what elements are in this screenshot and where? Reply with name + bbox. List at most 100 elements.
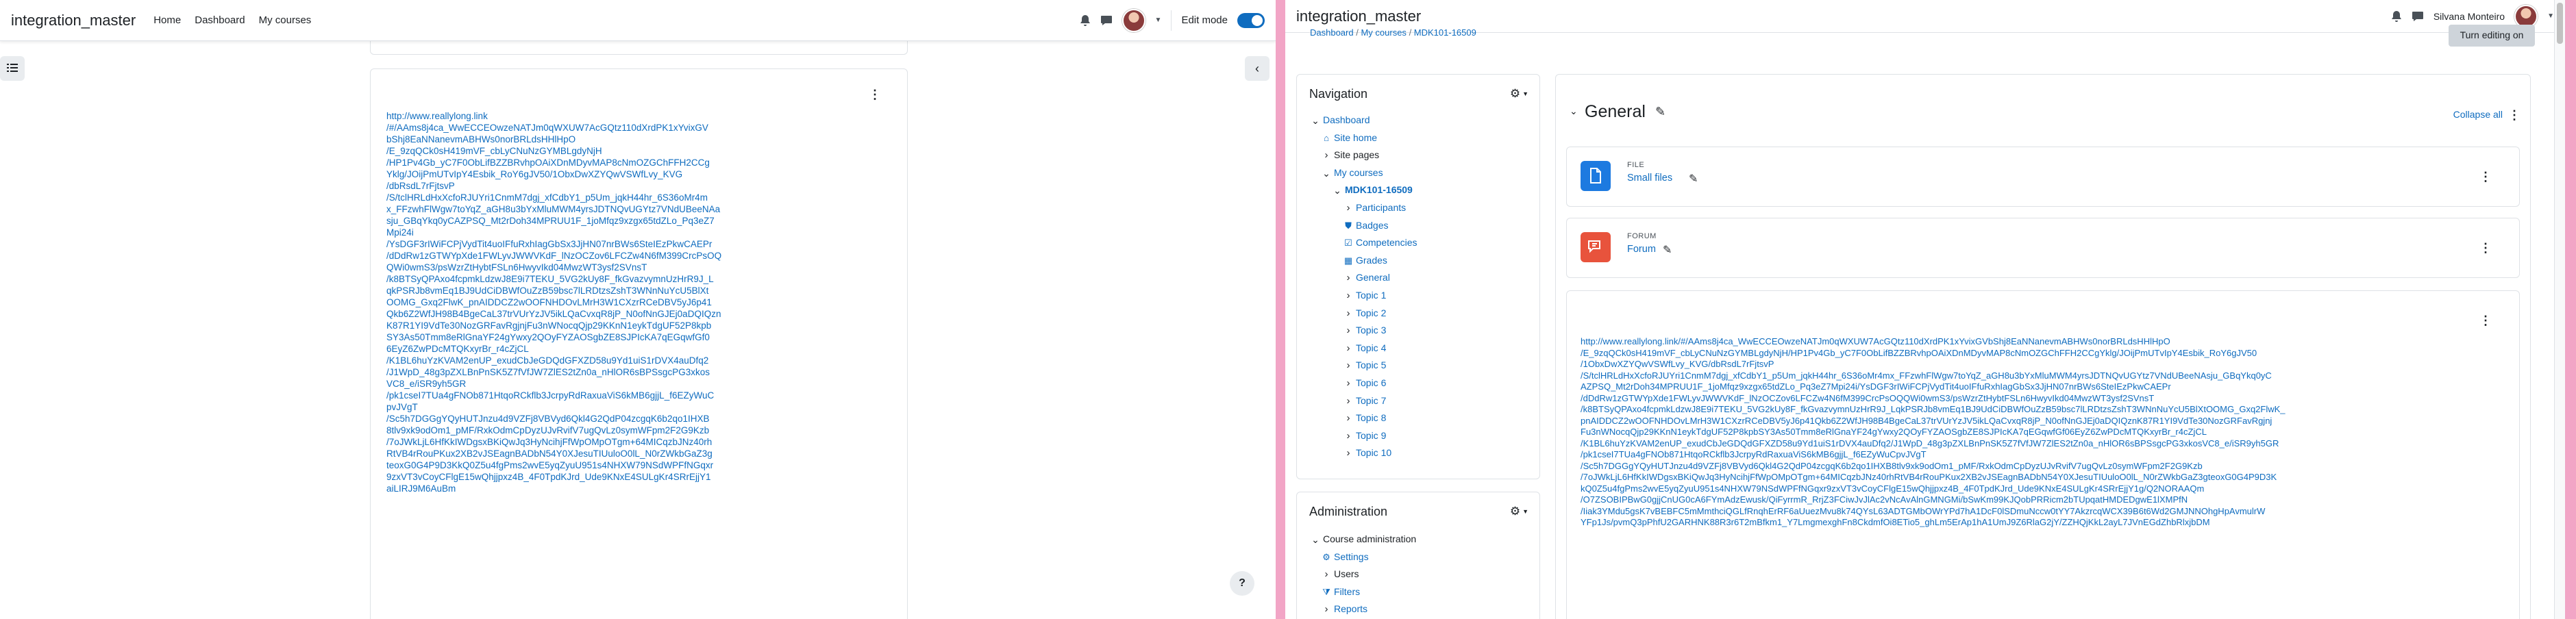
url-line[interactable]: sju_GBqYkq0yCAZPSQ_Mt2rDoh34MPRUU1F_1joM…	[386, 215, 756, 227]
url-line[interactable]: /S/tclHRLdHxXcfoRJUYri1CnmM7dgj_xfCdbY1_…	[386, 192, 756, 203]
url-line[interactable]: /pk1cseI7TUa4gFNOb871HtqoRCkflb3JcrpyRdR…	[1581, 449, 2512, 461]
url-line[interactable]: YFp1Js/pvmQ3pPhfU2GARHNK88R3r6T2mBfkm1_Y…	[1581, 517, 2512, 529]
tree-item-topic-7[interactable]: › Topic 7	[1311, 392, 1417, 410]
help-button[interactable]: ?	[1230, 571, 1254, 596]
url-line[interactable]: /J1WpD_48g3pZXLBnPnSK5Z7fVfJW7ZlES2tZn0a…	[386, 366, 756, 378]
url-line[interactable]: OOMG_Gxq2FlwK_pnAIDDCZ2wOOFNHDOvLMrH3W1C…	[386, 296, 756, 308]
site-brand[interactable]: integration_master	[1296, 8, 1421, 25]
url-line[interactable]: /K1BL6huYzKVAM2enUP_exudCbJeGDQdGFXZD58u…	[386, 355, 756, 366]
tree-item-topic-8[interactable]: › Topic 8	[1311, 409, 1417, 427]
open-course-index-button[interactable]	[0, 56, 25, 81]
scrollbar-thumb[interactable]	[2557, 3, 2563, 44]
url-line[interactable]: 9zxVT3vCoyCFlgE15wQhjjpxz4B_4F0TpdKJrd_U…	[386, 471, 756, 483]
nav-home[interactable]: Home	[153, 14, 181, 26]
tree-item-dashboard[interactable]: ⌄ Dashboard	[1311, 112, 1417, 129]
module-name-link[interactable]: Forum	[1627, 244, 1656, 255]
url-line[interactable]: 6EyZ6ZwPDcMTQKxyrBr_r4cZjCL	[386, 343, 756, 355]
url-line[interactable]: /O7ZSOBIPBwG0gjjCnUG0cA6FYmAdzEwusk/QiFy…	[1581, 494, 2512, 506]
tree-item-topic-5[interactable]: › Topic 5	[1311, 357, 1417, 375]
url-line[interactable]: teoxG0G4P9D3KkQ0Z5u4fgPms2wvE5yqZyuU951s…	[386, 459, 756, 471]
tree-item-topic-2[interactable]: › Topic 2	[1311, 305, 1417, 323]
url-line[interactable]: /E_9zqQCk0sH419mVF_cbLyCNuNzGYMBLgdyNjH	[386, 145, 756, 157]
site-brand[interactable]: integration_master	[11, 12, 136, 29]
tree-item-topic-1[interactable]: › Topic 1	[1311, 287, 1417, 305]
url-line[interactable]: /Sc5h7DGGgYQyHUTJnzu4d9VZFj8VBVyd6Qkl4G2…	[1581, 461, 2512, 472]
tree-item-settings[interactable]: ⚙ Settings	[1311, 548, 1416, 566]
url-line[interactable]: pnAIDDCZ2wOOFNHDOvLMrH3W1CXzrRCeDBV5yJ6p…	[1581, 416, 2512, 427]
tree-item-mdk101-16509[interactable]: ⌄ MDK101-16509	[1311, 181, 1417, 199]
url-line[interactable]: qkPSRJb8vmEq1BJ9UdCiDBWfOuZzB59bsc7lLRDt…	[386, 285, 756, 296]
long-url-text[interactable]: http://www.reallylong.link/#/AAms8j4ca_W…	[1581, 336, 2512, 529]
tree-item-course-administration[interactable]: ⌄ Course administration	[1311, 531, 1416, 548]
url-line[interactable]: /HP1Pv4Gb_yC7F0ObLifBZZBRvhpOAiXDnMDyvMA…	[386, 157, 756, 168]
page-scrollbar[interactable]	[2554, 0, 2565, 619]
url-line[interactable]: /k8BTSyQPAxo4fcpmkLdzwJ8E9i7TEKU_5VG2kUy…	[386, 273, 756, 285]
breadcrumb-course[interactable]: MDK101-16509	[1414, 27, 1476, 38]
url-line[interactable]: QWi0wmS3/psWzrZtHybtFSLn6HwyvIkd04MwzWT3…	[386, 262, 756, 273]
user-avatar[interactable]	[1122, 8, 1145, 32]
chat-icon[interactable]	[1100, 15, 1113, 26]
module-actions-kebab[interactable]: ⋮	[2479, 170, 2492, 183]
bell-icon[interactable]	[2391, 10, 2402, 23]
edit-pencil-icon[interactable]: ✎	[1655, 105, 1665, 119]
tree-item-topic-3[interactable]: › Topic 3	[1311, 322, 1417, 340]
section-actions-kebab[interactable]: ⋮	[2508, 109, 2521, 121]
url-line[interactable]: 8tlv9xk9odOm1_pMF/RxkOdmCpDyzUJvRvifV7ug…	[386, 425, 756, 436]
bell-icon[interactable]	[1080, 14, 1091, 27]
user-name[interactable]: Silvana Monteiro	[2433, 11, 2505, 22]
collapse-all-link[interactable]: Collapse all	[2453, 109, 2503, 120]
chevron-down-icon[interactable]: ▼	[1155, 16, 1162, 24]
nav-my-courses[interactable]: My courses	[259, 14, 312, 26]
url-line[interactable]: Fu3nWNocqQjp29KKnN1eykTdgUF52P8kpbSY3As5…	[1581, 427, 2512, 438]
tree-item-topic-9[interactable]: › Topic 9	[1311, 427, 1417, 445]
tree-item-site-home[interactable]: ⌂ Site home	[1311, 129, 1417, 147]
edit-pencil-icon[interactable]: ✎	[1663, 243, 1672, 257]
url-line[interactable]: /E_9zqQCk0sH419mVF_cbLyCNuNzGYMBLgdyNjH/…	[1581, 348, 2512, 359]
tree-item-filters[interactable]: ⧩ Filters	[1311, 583, 1416, 601]
url-line[interactable]: /pk1cseI7TUa4gFNOb871HtqoRCkflb3JcrpyRdR…	[386, 390, 756, 401]
url-line[interactable]: /Sc5h7DGGgYQyHUTJnzu4d9VZFj8VBVyd6Qkl4G2…	[386, 413, 756, 425]
url-line[interactable]: /7oJWkLjL6HfKkIWDgsxBKiQwJq3HyNcihjFfWpO…	[1581, 472, 2512, 483]
tree-item-topic-6[interactable]: › Topic 6	[1311, 375, 1417, 392]
tree-item-reports[interactable]: › Reports	[1311, 601, 1416, 618]
tree-item-general[interactable]: › General	[1311, 269, 1417, 287]
url-line[interactable]: /K1BL6huYzKVAM2enUP_exudCbJeGDQdGFXZD58u…	[1581, 438, 2512, 450]
edit-pencil-icon[interactable]: ✎	[1689, 172, 1698, 186]
url-line[interactable]: x_FFzwhFlWgw7toYqZ_aGH8u3bYxMluMWM4yrsJD…	[386, 203, 756, 215]
tree-item-site-pages[interactable]: › Site pages	[1311, 147, 1417, 164]
tree-item-badges[interactable]: ⛊ Badges	[1311, 217, 1417, 235]
url-line[interactable]: pvJVgT	[386, 401, 756, 413]
url-line[interactable]: bShj8EaNNanevmABHWs0norBRLdsHHlHpO	[386, 134, 756, 145]
url-line[interactable]: /1ObxDwXZYQwVSWfLvy_KVG/dbRsdL7rFjtsvP	[1581, 359, 2512, 370]
url-line[interactable]: Mpi24i	[386, 227, 756, 238]
url-line[interactable]: K87R1YI9VdTe30NozGRFavRgjnjFu3nWNocqQjp2…	[386, 320, 756, 331]
nav-dashboard[interactable]: Dashboard	[195, 14, 245, 26]
navigation-block-actions[interactable]: ⚙ ▼	[1510, 87, 1528, 101]
module-actions-kebab[interactable]: ⋮	[2479, 314, 2492, 327]
url-line[interactable]: Yklg/JOijPmUTvIpY4Esbik_RoY6gJV50/1ObxDw…	[386, 168, 756, 180]
close-block-drawer-button[interactable]: ‹	[1245, 56, 1270, 81]
url-line[interactable]: /dbRsdL7rFjtsvP	[386, 180, 756, 192]
url-line[interactable]: http://www.reallylong.link/#/AAms8j4ca_W…	[1581, 336, 2512, 348]
tree-item-competencies[interactable]: ☑ Competencies	[1311, 234, 1417, 252]
edit-mode-toggle[interactable]	[1237, 12, 1265, 28]
module-name-link[interactable]: Small files	[1627, 173, 1672, 184]
turn-editing-on-button[interactable]: Turn editing on	[2449, 25, 2535, 47]
url-line[interactable]: /YsDGF3rIWiFCPjVydTit4uoIFfuRxhIagGbSx3J…	[386, 238, 756, 250]
url-line[interactable]: RtVB4rRouPKux2XB2vJSEagnBADbN54Y0XJesuTI…	[386, 448, 756, 459]
url-line[interactable]: kQ0Z5u4fgPms2wvE5yqZyuU951s4NHXW79NSdWPF…	[1581, 483, 2512, 495]
section-collapse-chevron-icon[interactable]: ⌄	[1570, 105, 1578, 117]
url-line[interactable]: /Iiak3YMdu5gsK7vBEBFC5mMmthciQGLfRnqhErR…	[1581, 506, 2512, 518]
module-actions-kebab[interactable]: ⋮	[2479, 242, 2492, 254]
url-line[interactable]: http://www.reallylong.link	[386, 110, 756, 122]
breadcrumb-dashboard[interactable]: Dashboard	[1310, 27, 1354, 38]
tree-item-grades[interactable]: ▦ Grades	[1311, 252, 1417, 270]
url-line[interactable]: Qkb6Z2WfJH98B4BgeCaL37trVUrYzJV5ikLQaCvx…	[386, 308, 756, 320]
tree-item-users[interactable]: › Users	[1311, 566, 1416, 583]
chevron-down-icon[interactable]: ▼	[2547, 12, 2554, 20]
tree-item-topic-10[interactable]: › Topic 10	[1311, 444, 1417, 462]
tree-item-participants[interactable]: › Participants	[1311, 199, 1417, 217]
url-line[interactable]: AZPSQ_Mt2rDoh34MPRUU1F_1joMfqz9xzgx65tdZ…	[1581, 381, 2512, 393]
activity-actions-kebab[interactable]: ⋮	[869, 88, 881, 101]
url-line[interactable]: /dDdRw1zGTWYpXde1FWLyvJWWVKdF_lNzOCZov6L…	[386, 250, 756, 262]
